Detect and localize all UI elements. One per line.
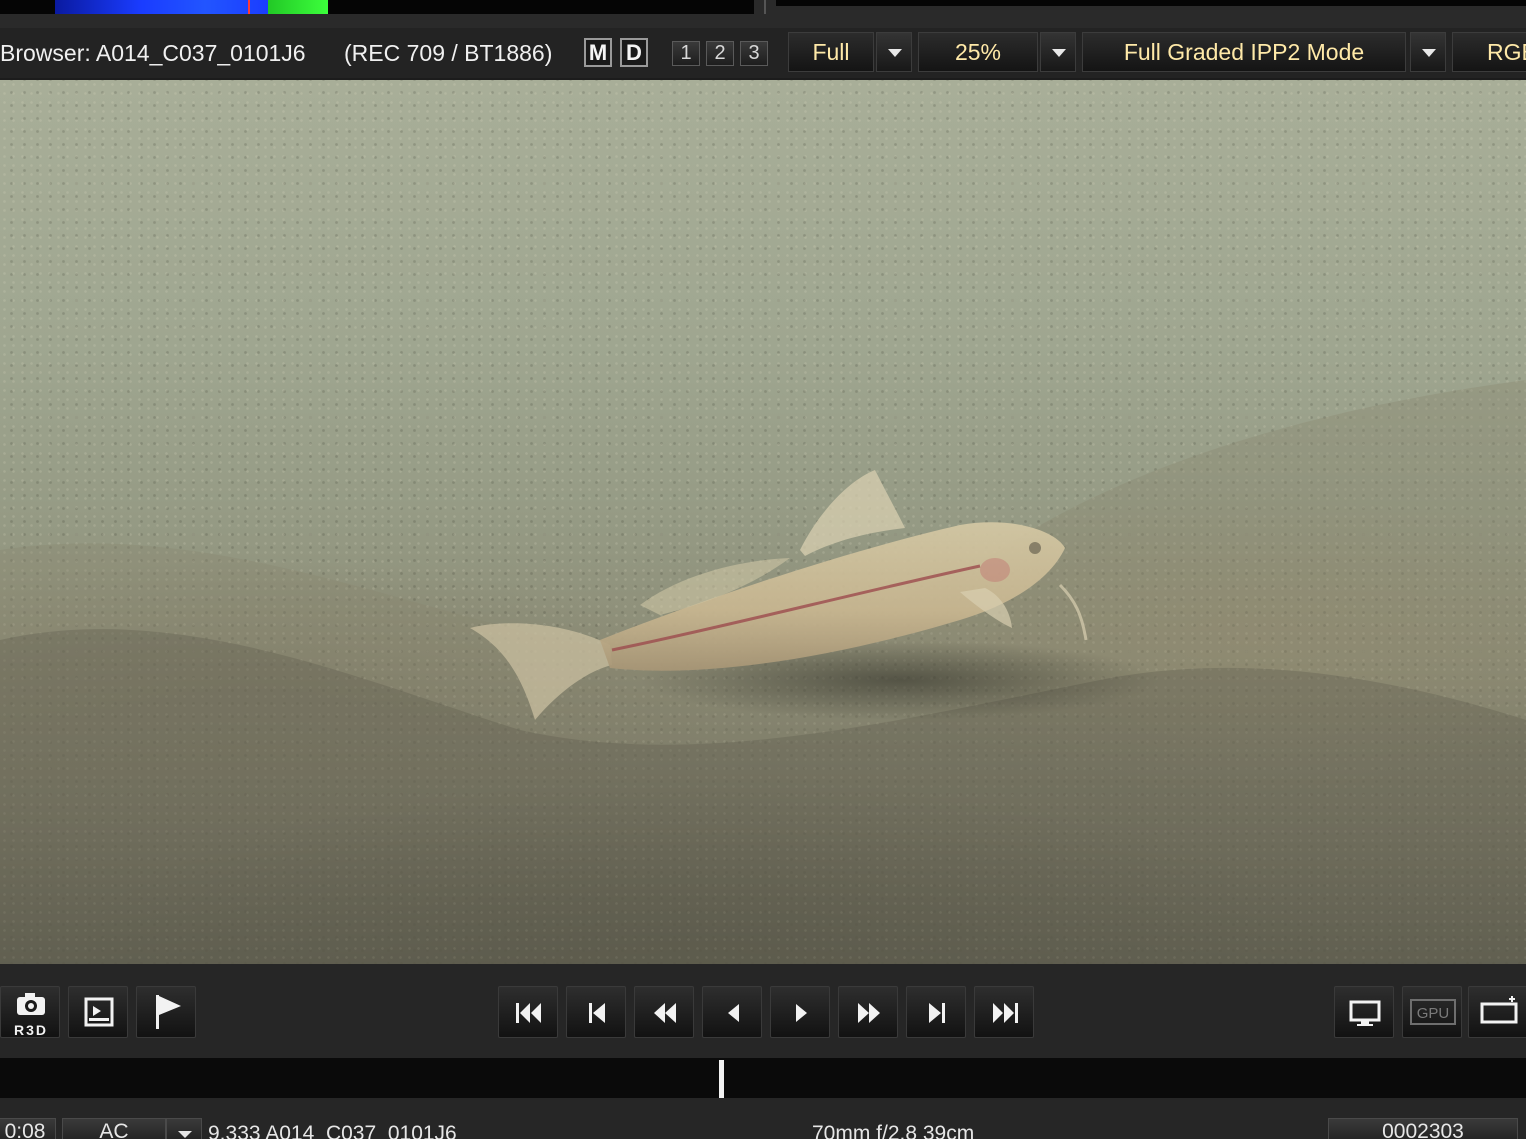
marker-flag-icon[interactable] — [136, 986, 196, 1038]
zoom-select[interactable]: 25% — [918, 32, 1038, 72]
status-bar: 0:08 AC 9.333 A014_C037_0101J6 70mm f/2.… — [0, 1098, 1526, 1139]
decode-mode-select[interactable]: Full Graded IPP2 Mode — [1082, 32, 1406, 72]
quality-dropdown-arrow-icon[interactable] — [876, 32, 912, 72]
metadata-toggle-button[interactable]: M — [584, 38, 612, 67]
play-icon[interactable] — [770, 986, 830, 1038]
zoom-dropdown-arrow-icon[interactable] — [1040, 32, 1076, 72]
frame-counter[interactable]: 0002303 — [1328, 1118, 1518, 1139]
view-1-button[interactable]: 1 — [672, 41, 700, 66]
go-to-end-icon[interactable] — [974, 986, 1034, 1038]
video-viewer[interactable] — [0, 80, 1526, 964]
clip-info: 9.333 A014_C037_0101J6 — [208, 1122, 457, 1139]
fit-window-icon[interactable] — [1468, 986, 1526, 1038]
top-strip — [0, 0, 1526, 28]
fast-forward-icon[interactable] — [838, 986, 898, 1038]
timecode-field[interactable]: 0:08 — [0, 1118, 56, 1139]
gpu-label: GPU — [1417, 1005, 1450, 1022]
viewer-title: Browser: A014_C037_0101J6 — [0, 40, 306, 66]
r3d-snapshot-icon[interactable]: R3D — [0, 986, 60, 1038]
channel-select[interactable]: RGB — [1452, 32, 1526, 72]
right-panel-strip — [776, 0, 1526, 6]
timeline-scrubber[interactable] — [0, 1058, 1526, 1098]
view-2-button[interactable]: 2 — [706, 41, 734, 66]
histogram-red-channel — [248, 0, 250, 14]
monitor-icon[interactable] — [1334, 986, 1394, 1038]
quality-select[interactable]: Full — [788, 32, 874, 72]
histogram-green-channel — [268, 0, 328, 14]
color-space-label: (REC 709 / BT1886) — [344, 40, 553, 66]
fish-image — [0, 380, 1526, 964]
decode-toggle-button[interactable]: D — [620, 38, 648, 67]
panel-divider[interactable] — [764, 0, 766, 14]
playhead[interactable] — [719, 1060, 724, 1098]
lens-info: 70mm f/2.8 39cm — [812, 1122, 975, 1139]
rewind-icon[interactable] — [634, 986, 694, 1038]
next-clip-icon[interactable] — [906, 986, 966, 1038]
r3d-label: R3D — [14, 1022, 48, 1038]
transport-bar: R3D GPU — [0, 964, 1526, 1058]
audio-channel-select[interactable]: AC — [62, 1118, 166, 1139]
audio-dropdown-arrow-icon[interactable] — [166, 1118, 202, 1139]
viewer-header: Browser: A014_C037_0101J6 (REC 709 / BT1… — [0, 28, 1526, 78]
gpu-icon[interactable]: GPU — [1402, 986, 1462, 1038]
histogram-blue-channel — [55, 0, 270, 14]
go-to-start-icon[interactable] — [498, 986, 558, 1038]
histogram-scope — [0, 0, 754, 14]
previous-clip-icon[interactable] — [566, 986, 626, 1038]
export-frame-icon[interactable] — [68, 986, 128, 1038]
decode-mode-dropdown-arrow-icon[interactable] — [1410, 32, 1446, 72]
view-3-button[interactable]: 3 — [740, 41, 768, 66]
step-back-icon[interactable] — [702, 986, 762, 1038]
